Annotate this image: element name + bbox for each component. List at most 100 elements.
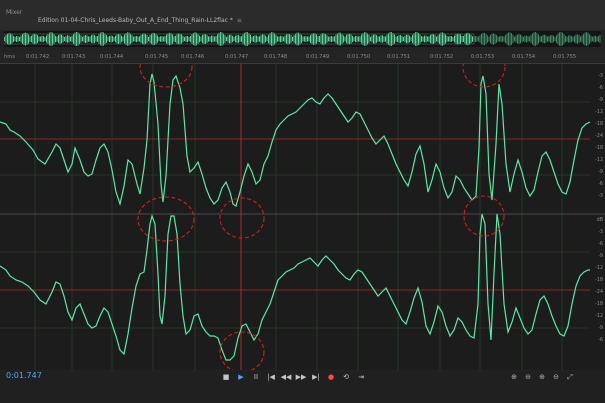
overview-bar: [550, 35, 551, 43]
overview-bar: [476, 36, 478, 42]
overview-bar: [316, 34, 317, 44]
mixer-tab[interactable]: Mixer: [6, 9, 22, 16]
overview-bar: [532, 33, 533, 45]
overview-bar: [518, 34, 520, 44]
zoom-out-time-icon[interactable]: ⊖: [552, 373, 560, 381]
overview-bar: [346, 34, 347, 44]
overview-bar: [461, 36, 463, 42]
overview-bar: [574, 35, 575, 43]
overview-bar: [418, 32, 419, 46]
zoom-in-amplitude-icon[interactable]: ⊕: [510, 373, 518, 381]
overview-bar: [233, 36, 235, 42]
overview-bar: [140, 35, 142, 43]
overview-waveform[interactable]: [4, 31, 601, 47]
overview-bar: [137, 36, 139, 42]
overview-bar: [250, 34, 251, 44]
zoom-out-amplitude-icon[interactable]: ⊖: [524, 373, 532, 381]
overview-bar: [286, 34, 287, 44]
stop-button[interactable]: ■: [222, 373, 230, 381]
overview-bar: [326, 35, 328, 43]
overview-bar: [425, 35, 427, 43]
file-tab[interactable]: Edition 01-04-Chris_Leeds-Baby_Out_A_End…: [38, 17, 242, 24]
overview-bar: [179, 33, 181, 45]
zoom-full-icon[interactable]: ⤢: [566, 373, 574, 381]
overview-bar: [31, 35, 32, 43]
overview-bar: [266, 36, 268, 42]
pause-button[interactable]: II: [252, 373, 260, 381]
overview-bar: [83, 35, 85, 43]
overview-bar: [370, 36, 371, 42]
overview-bar: [89, 36, 91, 42]
overview-bar: [427, 36, 428, 42]
overview-bar: [377, 36, 379, 42]
go-to-end-button[interactable]: ▶|: [312, 373, 320, 381]
overview-bar: [407, 34, 409, 44]
fast-forward-button[interactable]: ▶▶: [296, 373, 307, 381]
overview-bar: [116, 34, 118, 44]
overview-bar: [88, 36, 89, 42]
time-ruler[interactable]: hms 0:01.742 0:01.743 0:01.744 0:01.745 …: [0, 51, 605, 64]
overview-bar: [566, 36, 568, 42]
overview-bar: [536, 32, 538, 46]
overview-bar: [187, 35, 188, 43]
overview-bar: [374, 34, 376, 44]
scale-label: -18: [595, 278, 603, 283]
overview-bar: [314, 33, 316, 45]
overview-bar: [259, 36, 260, 42]
overview-bar: [136, 35, 137, 43]
overview-bar: [458, 33, 460, 45]
overview-bar: [412, 34, 413, 44]
overview-bar: [121, 35, 122, 43]
overview-bar: [319, 35, 320, 43]
overview-bar: [587, 32, 589, 46]
overview-bar: [524, 35, 526, 43]
zoom-in-time-icon[interactable]: ⊕: [538, 373, 546, 381]
overview-bar: [514, 36, 515, 42]
play-button[interactable]: ▶: [237, 373, 245, 381]
overview-bar: [67, 35, 68, 43]
overview-bar: [62, 35, 64, 43]
skip-button[interactable]: ⇥: [357, 373, 365, 381]
overview-bar: [122, 36, 124, 42]
overview-bar: [388, 33, 389, 45]
file-tab-label: Edition 01-04-Chris_Leeds-Baby_Out_A_End…: [38, 17, 233, 24]
overview-bar: [430, 34, 431, 44]
loop-button[interactable]: ⟲: [342, 373, 350, 381]
overview-bar: [340, 32, 341, 46]
overview-bar: [466, 33, 467, 45]
overview-bar: [107, 36, 109, 42]
overview-bar: [212, 35, 214, 43]
overview-bar: [176, 34, 178, 44]
overview-bar: [20, 35, 22, 43]
overview-bar: [74, 32, 76, 46]
overview-bar: [589, 34, 590, 44]
overview-bar: [199, 35, 200, 43]
rewind-button[interactable]: ◀◀: [281, 373, 292, 381]
overview-bar: [133, 36, 134, 42]
overview-bar: [86, 35, 88, 43]
overview-bar: [104, 33, 106, 45]
overview-bar: [421, 36, 422, 42]
overview-bar: [454, 35, 455, 43]
scale-label: -24: [595, 134, 603, 139]
overview-bar: [304, 36, 305, 42]
overview-bar: [163, 36, 164, 42]
overview-bar: [61, 34, 62, 44]
overview-bar: [557, 33, 559, 45]
overview-bar: [554, 36, 556, 42]
go-to-start-button[interactable]: |◀: [267, 373, 275, 381]
overview-bar: [395, 36, 397, 42]
overview-bar: [586, 32, 587, 46]
overview-bar: [356, 35, 358, 43]
overview-bar: [188, 36, 190, 42]
file-menu-icon[interactable]: ≡: [237, 17, 242, 24]
overview-bar: [562, 32, 563, 46]
scale-label: -6: [598, 242, 603, 247]
waveform-editor[interactable]: [0, 64, 605, 370]
overview-bar: [551, 35, 553, 43]
overview-bar: [265, 35, 266, 43]
record-button[interactable]: ●: [327, 373, 335, 381]
overview-bar: [311, 33, 313, 45]
overview-bar: [244, 32, 245, 46]
overview-bar: [131, 35, 133, 43]
